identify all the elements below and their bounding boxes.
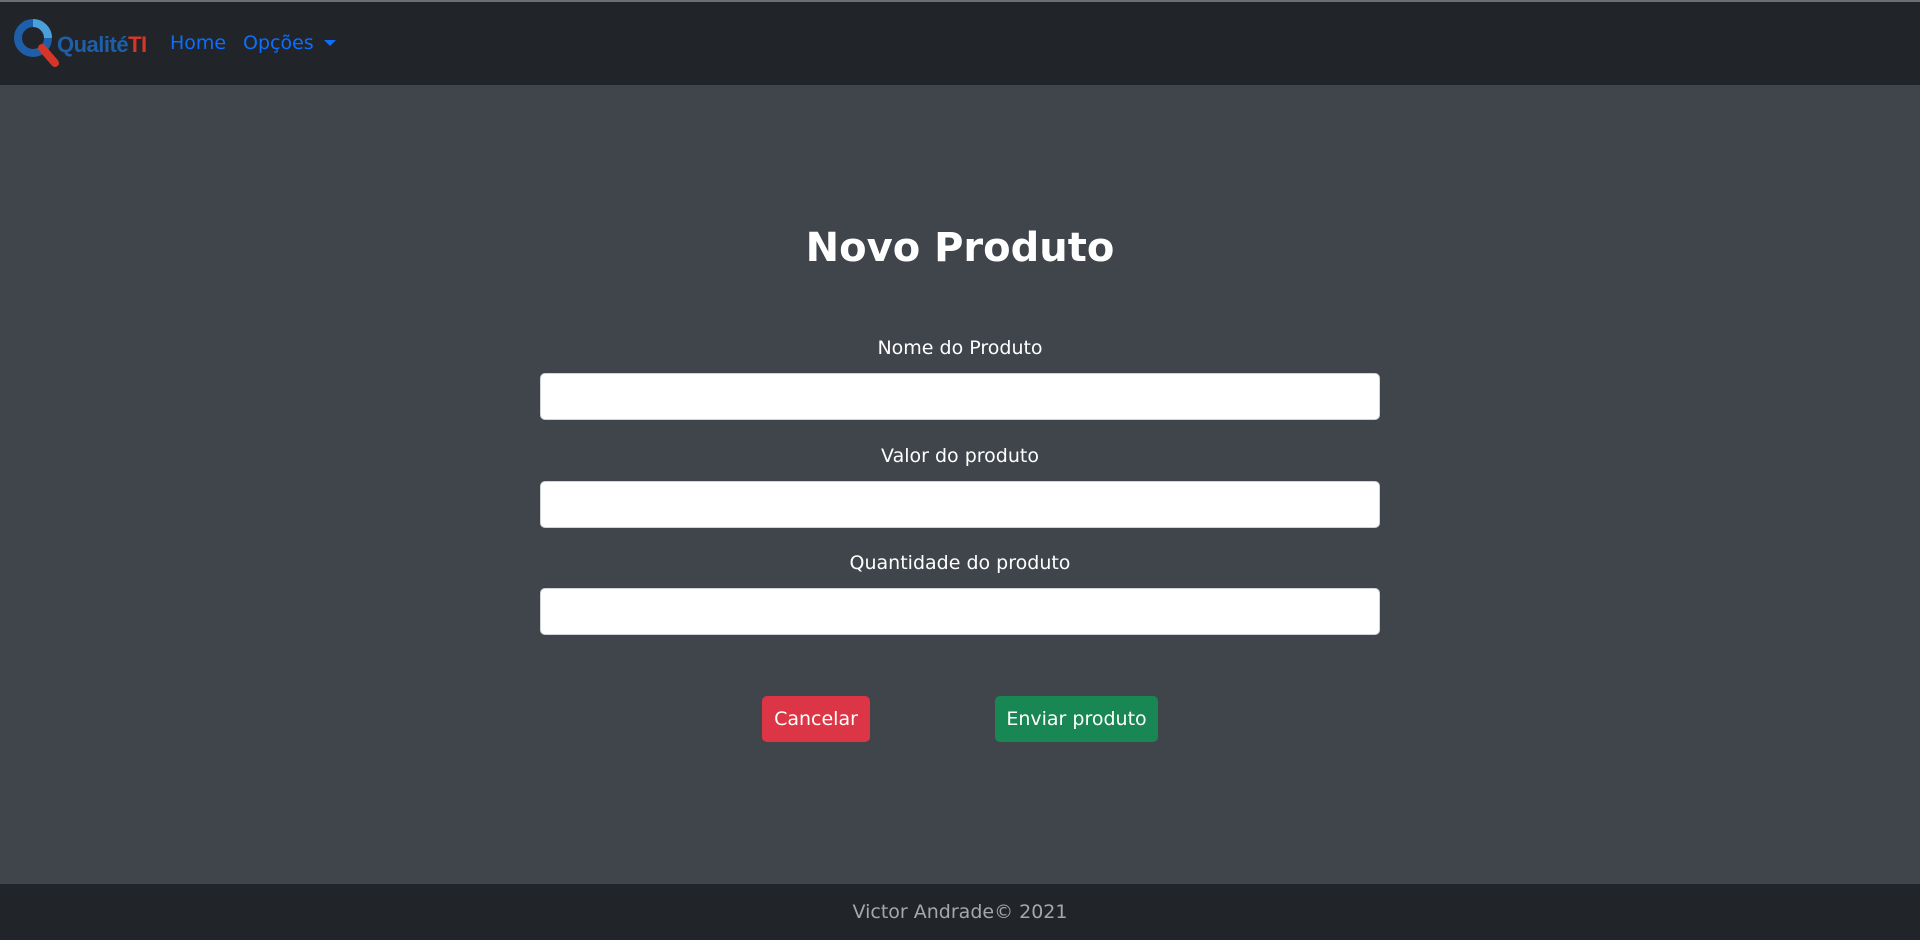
footer: Victor Andrade© 2021 bbox=[0, 884, 1920, 940]
brand-text: QualitéTI bbox=[57, 32, 147, 58]
brand-logo[interactable]: QualitéTI bbox=[13, 18, 147, 70]
page-title: Novo Produto bbox=[805, 225, 1115, 271]
product-quantity-label: Quantidade do produto bbox=[849, 552, 1071, 574]
brand-text-ti: TI bbox=[128, 32, 147, 57]
brand-text-qualite: Qualité bbox=[57, 32, 129, 57]
footer-copyright: Victor Andrade© 2021 bbox=[852, 901, 1068, 923]
product-name-label: Nome do Produto bbox=[877, 337, 1043, 359]
cancel-button[interactable]: Cancelar bbox=[762, 696, 870, 742]
caret-down-icon bbox=[323, 40, 336, 46]
nav-options-dropdown[interactable]: Opções bbox=[243, 32, 336, 54]
magnifier-logo-icon bbox=[14, 19, 59, 67]
navbar: QualitéTI Home Opções bbox=[0, 2, 1920, 85]
main-content: Novo Produto Nome do Produto Valor do pr… bbox=[0, 85, 1920, 884]
nav-options-label: Opções bbox=[243, 32, 314, 54]
product-quantity-input[interactable] bbox=[540, 588, 1380, 635]
product-name-input[interactable] bbox=[540, 373, 1380, 420]
product-value-label: Valor do produto bbox=[881, 445, 1039, 467]
submit-product-button[interactable]: Enviar produto bbox=[995, 696, 1158, 742]
nav-home-link[interactable]: Home bbox=[170, 32, 226, 54]
product-value-input[interactable] bbox=[540, 481, 1380, 528]
